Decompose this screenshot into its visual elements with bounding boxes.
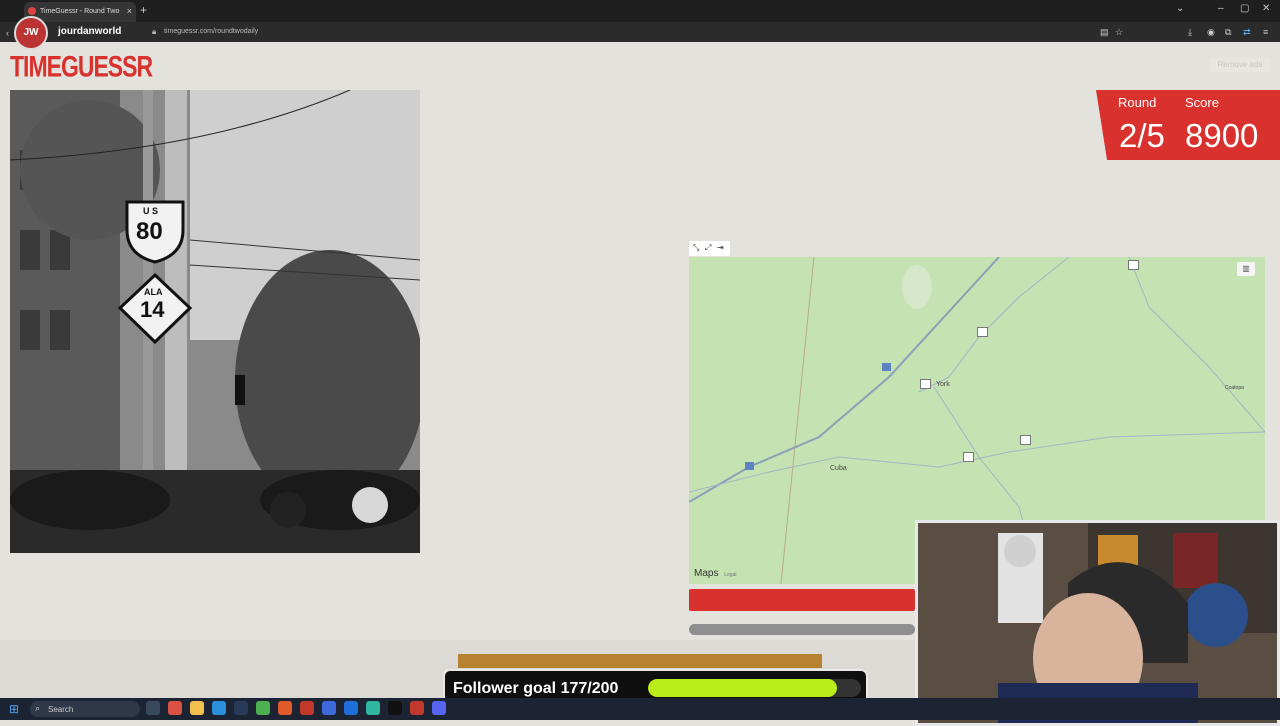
close-window-button[interactable]: ✕ [1262,3,1270,14]
obs-icon[interactable] [388,701,402,715]
timeguessr-logo[interactable]: TIMEGUESSR [10,49,153,84]
lock-icon: 🔒︎ [152,27,157,36]
close-tab-icon[interactable]: × [127,6,132,16]
expand-icon[interactable]: ⤡ [693,243,699,253]
maximize-button[interactable]: ▢ [1240,3,1249,14]
vscode-icon[interactable] [322,701,336,715]
round-value: 2/5 [1119,117,1165,154]
favicon-icon [28,7,36,15]
follower-goal-fill [648,679,837,697]
us-route-number: 80 [136,218,163,245]
route-shield [1020,435,1031,445]
map-size-controls[interactable]: ⤡ ⤢ ⇥ [689,241,730,256]
bookmark-star-icon[interactable]: ☆ [1115,27,1123,38]
app-icon[interactable] [366,701,380,715]
historic-photo: U S 80 ALA 14 [10,90,420,553]
xbox-icon[interactable] [256,701,270,715]
map-label-cuba: Cuba [830,465,847,472]
edge-icon[interactable] [212,701,226,715]
guess-button[interactable] [689,589,915,611]
back-icon[interactable]: ‹ [6,28,9,38]
tab-list-icon[interactable]: ⌄ [1176,3,1184,14]
street-scene-image [10,90,420,553]
file-explorer-icon[interactable] [190,701,204,715]
map-label-coatopa: Coatopa [1225,385,1244,391]
sidebar-icon[interactable]: ⇄ [1243,27,1251,38]
streamer-webcam-image [918,523,1277,723]
state-route-number: 14 [140,297,165,322]
map-label-york: York [936,381,950,388]
channel-name: jourdanworld [58,26,122,37]
remove-ads-button[interactable]: Remove ads [1210,58,1270,72]
reader-icon[interactable]: ▤ [1100,27,1109,38]
discord-icon[interactable] [432,701,446,715]
taskbar-search[interactable]: ⌕ Search [30,701,140,717]
route-shield [1128,260,1139,270]
follower-goal-text: Follower goal 177/200 [453,680,619,697]
taskbar-search-placeholder: Search [48,705,74,714]
round-label: Round [1118,95,1157,110]
windows-start-icon[interactable]: ⊞ [9,702,19,716]
tab-title: TimeGuessr - Round Two [40,8,120,15]
scoreboard: Round Score 2/5 8900 [1096,90,1280,160]
route-shield [977,327,988,337]
score-label: Score [1185,95,1219,110]
us-route-header: U S [143,206,159,216]
interstate-shield [745,462,754,470]
store-icon[interactable] [344,701,358,715]
channel-avatar: JW [14,16,48,50]
download-icon[interactable]: ⤓ [1188,27,1192,38]
chrome-icon[interactable] [168,701,182,715]
shrink-icon[interactable]: ⤢ [705,243,711,253]
maps-legal-link[interactable]: Legal [724,572,736,578]
pin-icon[interactable]: ⇥ [717,243,724,252]
minimize-button[interactable]: – [1218,3,1224,14]
map-type-icon[interactable]: ▥ [1237,262,1255,276]
url-text[interactable]: timeguessr.com/roundtwodaily [164,28,258,35]
follower-goal-bar [648,679,861,697]
task-view-icon[interactable] [146,701,160,715]
steam-icon[interactable] [234,701,248,715]
state-route-header: ALA [144,287,163,297]
guess-progress-bar [689,624,915,635]
route-shield [920,379,931,389]
maps-brand-label: Maps [694,568,719,579]
search-icon: ⌕ [35,703,41,713]
menu-icon[interactable]: ≡ [1263,27,1268,37]
extension-icon[interactable]: ◉ [1207,27,1215,38]
record-icon[interactable] [410,701,424,715]
browser-tab-bar [0,0,1280,22]
maps-brand: Maps Legal [694,568,736,579]
ad-banner[interactable] [458,654,822,668]
route-shield [963,452,974,462]
interstate-shield [882,363,891,371]
webcam-overlay [915,520,1280,726]
score-value: 8900 [1185,117,1259,154]
new-tab-button[interactable]: + [140,3,147,17]
puzzle-icon[interactable]: ⧉ [1225,27,1231,38]
brave-icon[interactable] [300,701,314,715]
firefox-icon[interactable] [278,701,292,715]
